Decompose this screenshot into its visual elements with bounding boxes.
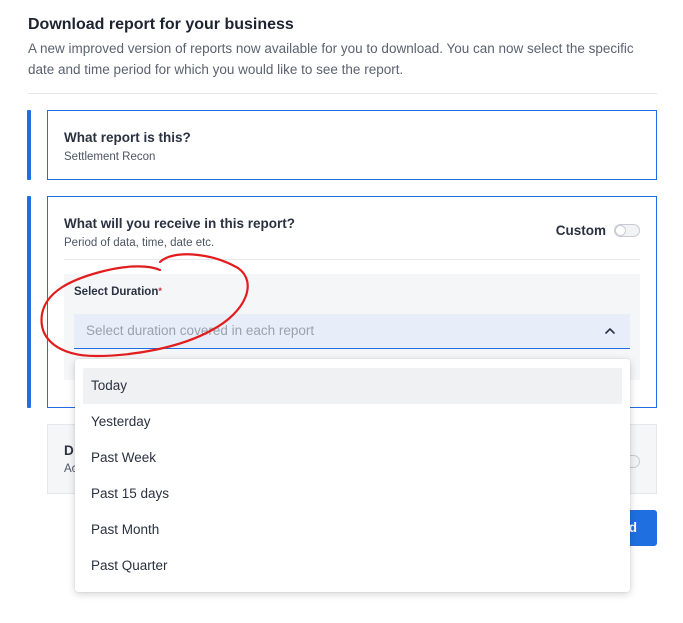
- duration-label: Select Duration*: [74, 286, 162, 298]
- duration-select-placeholder: Select duration covered in each report: [86, 323, 315, 338]
- step-indicator-1: [27, 110, 31, 180]
- page-title: Download report for your business: [28, 16, 294, 33]
- duration-label-text: Select Duration: [74, 286, 159, 298]
- duration-option-past-15-days[interactable]: Past 15 days: [83, 476, 622, 512]
- custom-toggle[interactable]: [614, 224, 640, 237]
- custom-label: Custom: [555, 223, 606, 238]
- step-indicator-2: [27, 196, 31, 408]
- custom-toggle-group: Custom: [556, 223, 640, 238]
- page-description: A new improved version of reports now av…: [28, 41, 634, 77]
- chevron-up-icon: [605, 328, 615, 334]
- receive-question: What will you receive in this report?: [64, 216, 296, 231]
- third-card-title: D: [64, 443, 74, 458]
- header-divider: [28, 93, 657, 94]
- report-type-card[interactable]: What report is this? Settlement Recon: [47, 110, 657, 180]
- duration-select[interactable]: Select duration covered in each report: [74, 314, 630, 349]
- toggle-knob: [615, 225, 626, 236]
- duration-option-yesterday[interactable]: Yesterday: [83, 404, 622, 440]
- duration-option-today[interactable]: Today: [83, 368, 622, 404]
- card-divider: [64, 259, 640, 260]
- duration-option-past-month[interactable]: Past Month: [83, 512, 622, 548]
- page-header: Download report for your business A new …: [28, 14, 658, 80]
- report-type-question: What report is this?: [64, 130, 191, 145]
- duration-option-past-quarter[interactable]: Past Quarter: [83, 548, 622, 584]
- duration-dropdown-menu: Today Yesterday Past Week Past 15 days P…: [75, 359, 630, 592]
- required-asterisk: *: [158, 286, 162, 296]
- report-type-value: Settlement Recon: [64, 151, 156, 163]
- duration-option-past-week[interactable]: Past Week: [83, 440, 622, 476]
- receive-subtitle: Period of data, time, date etc.: [64, 237, 215, 249]
